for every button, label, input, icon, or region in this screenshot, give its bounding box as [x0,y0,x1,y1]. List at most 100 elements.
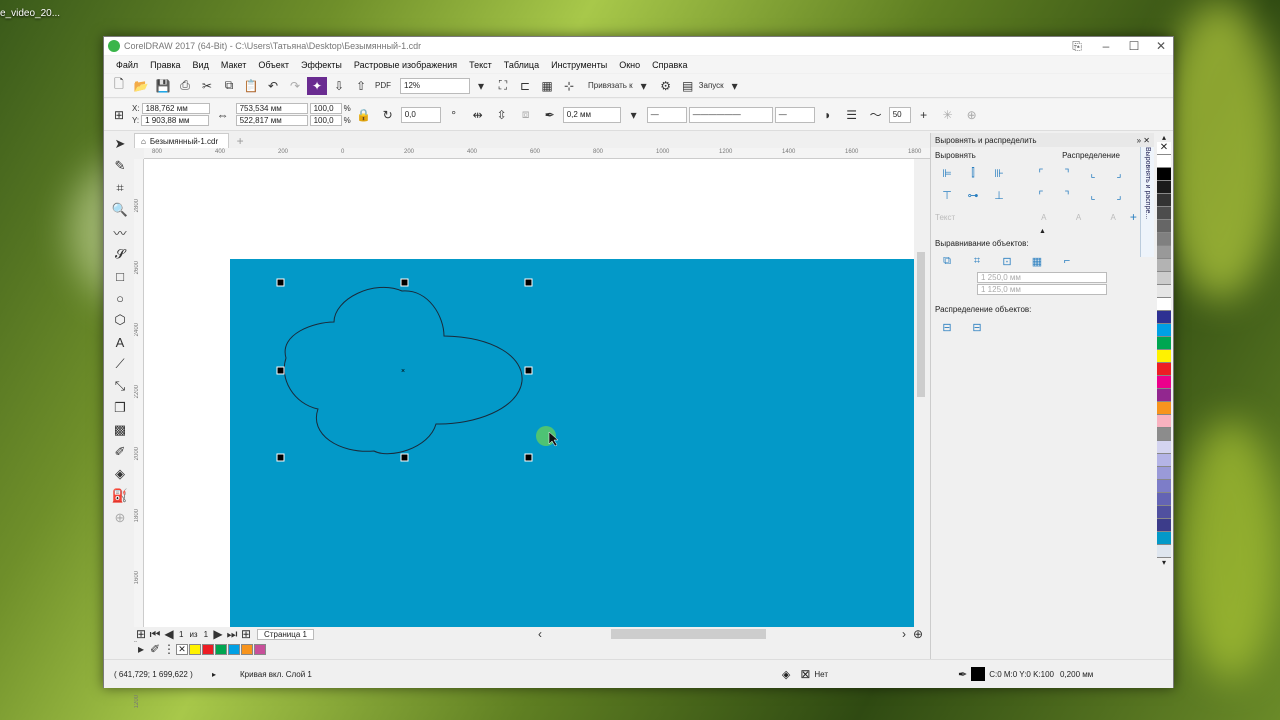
menu-item-2[interactable]: Вид [187,60,215,70]
next-page-icon[interactable]: ▶ [212,625,224,643]
no-color-swatch[interactable]: ✕ [176,643,188,655]
distribute-middle-icon[interactable]: ⌝ [1057,186,1077,204]
minimize-button[interactable]: – [1092,37,1120,55]
last-page-icon[interactable]: ⏭ [226,625,238,643]
dimension-tool-icon[interactable]: ⟋ [110,355,130,373]
text-wrap-icon[interactable]: ☰ [842,106,862,124]
add-tool-icon[interactable]: ⊕ [110,509,130,527]
palette-scroll-down-icon[interactable]: ▾ [1162,558,1166,567]
vertical-ruler[interactable]: 280026002400220020001800160014001200 [134,159,144,708]
eyedropper-icon[interactable]: ✐ [149,640,161,658]
undo-icon[interactable]: ↶ [263,77,283,95]
color-swatch[interactable] [1157,194,1171,207]
guidelines-icon[interactable]: ⊹ [559,77,579,95]
color-swatch[interactable] [215,643,227,655]
chevron-down-icon[interactable]: ▾ [634,77,654,95]
distribute-top-icon[interactable]: ⌜ [1031,186,1051,204]
lock-ratio-icon[interactable]: 🔒 [354,106,374,124]
color-swatch[interactable] [1157,506,1171,519]
eyedropper-icon[interactable]: ✐ [110,443,130,461]
color-swatch[interactable] [228,643,240,655]
distribute-bottom-icon[interactable]: ⌞ [1083,186,1103,204]
export-icon[interactable]: ⇧ [351,77,371,95]
align-to-page-edge-icon[interactable]: ⌗ [967,252,987,270]
horizontal-scrollbar[interactable] [546,629,897,639]
new-document-icon[interactable]: 🗋 [109,77,129,95]
menu-item-7[interactable]: Текст [463,60,498,70]
scale-height-field[interactable]: 100,0 [309,115,342,126]
color-swatch[interactable] [1157,532,1171,545]
color-swatch[interactable] [1157,389,1171,402]
full-screen-preview-icon[interactable]: ⛶ [493,77,513,95]
publish-pdf-icon[interactable]: PDF [373,77,393,95]
transparency-icon[interactable]: ▩ [110,421,130,439]
smart-fill-icon[interactable]: ⛽ [110,487,130,505]
add-icon[interactable]: ⊕ [962,106,982,124]
distribute-left-icon[interactable]: ⌜ [1031,164,1051,182]
color-swatch[interactable] [1157,493,1171,506]
color-swatch[interactable] [1157,350,1171,363]
align-center-v-icon[interactable]: ⊶ [963,186,983,204]
connector-tool-icon[interactable]: ⤡ [110,377,130,395]
color-swatch[interactable] [1157,207,1171,220]
chevron-down-icon[interactable]: ▾ [471,77,491,95]
outline-pen-icon[interactable]: ✒ [958,668,967,681]
horizontal-ruler[interactable]: 800 400 200 0 200 400 600 800 1000 1200 1400 1600 18… [144,148,930,159]
options-gear-icon[interactable]: ⚙ [656,77,676,95]
align-to-point-icon[interactable]: ⌐ [1057,252,1077,270]
docker-vertical-tab[interactable]: Выровнять и распре... [1140,147,1154,257]
color-swatch[interactable] [1157,467,1171,480]
maximize-button[interactable]: ☐ [1120,37,1148,55]
drawing-canvas[interactable]: × [144,159,914,627]
smoothing-field[interactable]: 50 [888,106,911,123]
grid-icon[interactable]: ▦ [537,77,557,95]
menu-item-8[interactable]: Таблица [498,60,545,70]
zoom-tool-icon[interactable]: 🔍 [110,201,130,219]
color-swatch[interactable] [1157,246,1171,259]
fill-icon[interactable]: ◈ [782,668,790,681]
color-swatch[interactable] [1157,402,1171,415]
color-swatch[interactable] [1157,545,1171,558]
width-field[interactable]: 753,534 мм [235,103,308,114]
color-swatch[interactable] [1157,220,1171,233]
distribute-to-selection-icon[interactable]: ⊟ [937,318,957,336]
scrollbar-thumb[interactable] [917,252,925,397]
shape-tool-icon[interactable]: ✎ [110,157,130,175]
document-tab[interactable]: ⌂ Безымянный-1.cdr [134,133,230,148]
color-swatch[interactable] [1157,285,1171,298]
color-swatch[interactable] [1157,480,1171,493]
menu-item-5[interactable]: Эффекты [295,60,348,70]
align-bottom-icon[interactable]: ⊥ [989,186,1009,204]
launch-icon[interactable]: ▤ [678,77,698,95]
palette-options-icon[interactable]: ⋮ [163,640,175,658]
align-to-page-center-icon[interactable]: ⊡ [997,252,1017,270]
add-page-after-icon[interactable]: ⊞ [240,625,252,643]
status-arrow-icon[interactable]: ▸ [212,670,216,679]
color-swatch[interactable] [189,643,201,655]
color-swatch[interactable] [1157,168,1171,181]
section-collapse-icon[interactable]: ▲ [931,228,1154,235]
close-button[interactable]: ✕ [1147,37,1175,55]
align-to-grid-icon[interactable]: ▦ [1027,252,1047,270]
distribute-space-h-icon[interactable]: ⌟ [1109,164,1129,182]
scroll-left-icon[interactable]: ‹ [534,625,546,643]
artistic-media-icon[interactable]: 𝓢 [110,245,130,263]
redo-icon[interactable]: ↷ [285,77,305,95]
plus-icon[interactable]: + [914,106,934,124]
no-color-swatch[interactable]: ✕ [1157,142,1171,155]
color-swatch[interactable] [1157,428,1171,441]
interactive-fill-icon[interactable]: ◈ [110,465,130,483]
color-swatch[interactable] [1157,259,1171,272]
end-arrowhead-select[interactable]: — [774,106,815,123]
color-swatch[interactable] [1157,363,1171,376]
color-swatch[interactable] [1157,233,1171,246]
scrollbar-thumb[interactable] [610,629,766,639]
menu-item-1[interactable]: Правка [144,60,186,70]
menu-item-11[interactable]: Справка [646,60,693,70]
align-right-icon[interactable]: ⊪ [989,164,1009,182]
close-curve-icon[interactable]: ◗ [818,106,838,124]
menu-item-3[interactable]: Макет [215,60,252,70]
page-tab[interactable]: Страница 1 [257,628,314,640]
outline-width-select[interactable]: 0,2 мм [562,106,621,123]
save-icon[interactable]: 💾 [153,77,173,95]
